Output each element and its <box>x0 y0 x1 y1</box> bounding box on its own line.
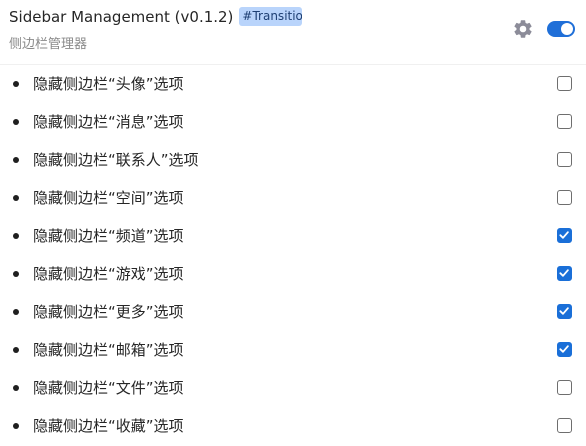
option-list: 隐藏侧边栏“头像”选项 隐藏侧边栏“消息”选项 隐藏侧边栏“联系人”选项 隐藏侧边栏“… <box>0 64 586 444</box>
option-label: 隐藏侧边栏“头像”选项 <box>33 75 184 93</box>
option-checkbox[interactable] <box>557 76 572 91</box>
list-item: 隐藏侧边栏“联系人”选项 <box>0 140 586 178</box>
option-label: 隐藏侧边栏“更多”选项 <box>33 303 184 321</box>
bullet-icon <box>13 309 19 315</box>
bullet-icon <box>13 195 19 201</box>
plugin-header: Sidebar Management (v0.1.2) #Transitio 侧… <box>0 0 586 65</box>
bullet-icon <box>13 423 19 429</box>
tag-badge[interactable]: #Transitio <box>239 7 303 26</box>
list-item: 隐藏侧边栏“空间”选项 <box>0 178 586 216</box>
check-icon <box>559 345 569 353</box>
option-checkbox[interactable] <box>557 266 572 281</box>
plugin-title: Sidebar Management (v0.1.2) <box>9 7 234 26</box>
option-label: 隐藏侧边栏“邮箱”选项 <box>33 341 184 359</box>
bullet-icon <box>13 271 19 277</box>
option-label: 隐藏侧边栏“游戏”选项 <box>33 265 184 283</box>
bullet-icon <box>13 385 19 391</box>
list-item: 隐藏侧边栏“邮箱”选项 <box>0 330 586 368</box>
list-item: 隐藏侧边栏“收藏”选项 <box>0 406 586 444</box>
option-checkbox[interactable] <box>557 380 572 395</box>
bullet-icon <box>13 157 19 163</box>
option-checkbox[interactable] <box>557 114 572 129</box>
check-icon <box>559 231 569 239</box>
title-row: Sidebar Management (v0.1.2) #Transitio <box>9 7 303 26</box>
option-checkbox[interactable] <box>557 152 572 167</box>
enable-toggle[interactable] <box>547 21 575 37</box>
bullet-icon <box>13 347 19 353</box>
list-item: 隐藏侧边栏“频道”选项 <box>0 216 586 254</box>
check-icon <box>559 307 569 315</box>
gear-icon[interactable] <box>512 18 534 40</box>
option-label: 隐藏侧边栏“频道”选项 <box>33 227 184 245</box>
check-icon <box>559 269 569 277</box>
list-item: 隐藏侧边栏“头像”选项 <box>0 64 586 102</box>
bullet-icon <box>13 233 19 239</box>
toggle-knob <box>561 23 573 35</box>
list-item: 隐藏侧边栏“文件”选项 <box>0 368 586 406</box>
plugin-subtitle: 侧边栏管理器 <box>9 37 88 52</box>
option-checkbox[interactable] <box>557 228 572 243</box>
option-checkbox[interactable] <box>557 418 572 433</box>
option-label: 隐藏侧边栏“空间”选项 <box>33 189 184 207</box>
option-label: 隐藏侧边栏“收藏”选项 <box>33 417 184 435</box>
list-item: 隐藏侧边栏“更多”选项 <box>0 292 586 330</box>
option-label: 隐藏侧边栏“消息”选项 <box>33 113 184 131</box>
option-checkbox[interactable] <box>557 190 572 205</box>
bullet-icon <box>13 119 19 125</box>
list-item: 隐藏侧边栏“游戏”选项 <box>0 254 586 292</box>
bullet-icon <box>13 81 19 87</box>
option-checkbox[interactable] <box>557 304 572 319</box>
option-label: 隐藏侧边栏“文件”选项 <box>33 379 184 397</box>
list-item: 隐藏侧边栏“消息”选项 <box>0 102 586 140</box>
option-label: 隐藏侧边栏“联系人”选项 <box>33 151 199 169</box>
option-checkbox[interactable] <box>557 342 572 357</box>
